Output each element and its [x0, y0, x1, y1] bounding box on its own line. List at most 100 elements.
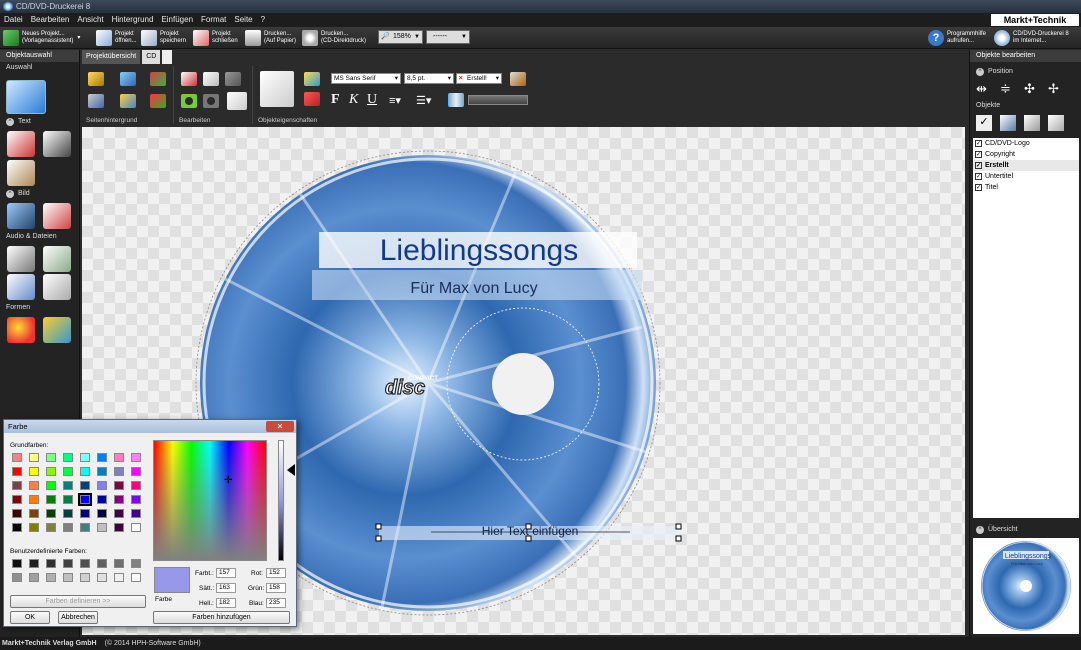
color-swatch[interactable] — [46, 523, 56, 532]
color-swatch[interactable] — [80, 509, 90, 518]
color-swatch[interactable] — [63, 559, 73, 568]
file-list-icon[interactable] — [7, 274, 35, 300]
overview-section[interactable]: ^ Übersicht — [970, 524, 1018, 536]
section-bild[interactable]: ^ Bild — [0, 188, 30, 200]
help-button[interactable]: ? Programmhilfe aufrufen... — [928, 28, 986, 48]
list-item[interactable]: ✓ CD/DVD-Logo — [973, 138, 1079, 149]
undo-icon[interactable] — [181, 94, 197, 108]
color-swatch[interactable] — [80, 559, 90, 568]
align-icon[interactable]: ≡▾ — [389, 94, 401, 107]
font-size-select[interactable]: 8,5 pt. ▾ — [404, 73, 454, 84]
hue-field[interactable]: 157 — [216, 568, 236, 578]
overview-thumbnail[interactable]: Lieblingssongs Für Max von Lucy — [973, 538, 1079, 634]
saturation-field[interactable]: 163 — [216, 583, 236, 593]
color-swatch[interactable] — [46, 467, 56, 476]
audio-tool-icon[interactable] — [7, 246, 35, 272]
photo-icon[interactable] — [120, 94, 136, 108]
internet-button[interactable]: CD/DVD-Druckerei 8 im Internet... — [994, 28, 1069, 48]
cut-icon[interactable] — [181, 72, 197, 86]
tab-project-overview[interactable]: Projektübersicht — [82, 50, 141, 64]
color-swatch[interactable] — [131, 509, 141, 518]
properties-icon[interactable] — [227, 92, 247, 110]
color-swatch[interactable] — [46, 481, 56, 490]
color-swatch[interactable] — [131, 559, 141, 568]
color-swatch[interactable] — [80, 467, 90, 476]
menu-help[interactable]: ? — [257, 13, 269, 27]
text-edit-icon[interactable] — [260, 71, 294, 107]
position-section[interactable]: ^ Position — [970, 66, 1081, 78]
text-color-icon[interactable] — [304, 92, 320, 106]
color-swatch[interactable] — [12, 523, 22, 532]
color-swatch[interactable] — [131, 467, 141, 476]
color-swatch[interactable] — [114, 573, 124, 582]
define-colors-button[interactable]: Farben definieren >> — [10, 595, 146, 608]
color-swatch[interactable] — [63, 495, 73, 504]
copy-icon[interactable] — [203, 72, 219, 86]
color-swatch[interactable] — [46, 573, 56, 582]
color-swatch[interactable] — [114, 523, 124, 532]
color-swatch[interactable] — [131, 481, 141, 490]
move-icon[interactable]: ✣ — [1024, 81, 1035, 97]
paste-icon[interactable] — [225, 72, 241, 86]
color-swatch[interactable] — [12, 495, 22, 504]
list-item[interactable]: ✓ Copyright — [973, 149, 1079, 160]
green-field[interactable]: 158 — [266, 583, 286, 593]
shapes-tool-icon[interactable] — [7, 317, 35, 343]
arrows-tool-icon[interactable] — [43, 317, 71, 343]
line-spacing-icon[interactable]: ☰▾ — [416, 94, 431, 107]
color-swatch[interactable] — [80, 523, 90, 532]
text-distort-icon[interactable] — [448, 93, 464, 107]
text-tool-icon[interactable] — [7, 131, 35, 157]
color-swatch[interactable] — [114, 453, 124, 462]
color-swatch[interactable] — [78, 493, 92, 506]
color-swatch[interactable] — [114, 509, 124, 518]
resize-handle[interactable] — [375, 523, 382, 530]
clipart-tool-icon[interactable] — [43, 203, 71, 229]
color-swatch[interactable] — [131, 453, 141, 462]
color-swatch[interactable] — [97, 495, 107, 504]
color-swatch[interactable] — [12, 453, 22, 462]
color-swatch[interactable] — [46, 495, 56, 504]
luminance-field[interactable]: 182 — [216, 598, 236, 608]
ok-button[interactable]: OK — [10, 611, 50, 624]
italic-icon[interactable]: K — [349, 92, 358, 108]
color-swatch[interactable] — [114, 481, 124, 490]
brush-text-icon[interactable] — [43, 131, 71, 157]
check-all-icon[interactable]: ✓ — [976, 115, 992, 131]
effects-icon[interactable] — [150, 94, 166, 108]
background-pattern-icon[interactable] — [150, 72, 166, 86]
menu-seite[interactable]: Seite — [230, 13, 256, 27]
menu-hintergrund[interactable]: Hintergrund — [108, 13, 158, 27]
underline-icon[interactable]: U — [367, 92, 377, 108]
color-swatch[interactable] — [97, 523, 107, 532]
add-colors-button[interactable]: Farben hinzufügen — [153, 611, 290, 624]
text-spacing-slider[interactable] — [468, 95, 528, 105]
cd-subtitle[interactable]: Für Max von Lucy — [410, 280, 537, 297]
color-swatch[interactable] — [12, 559, 22, 568]
cd-title[interactable]: Lieblingssongs — [380, 234, 578, 267]
color-spectrum[interactable]: ✛ — [153, 440, 267, 561]
cancel-button[interactable]: Abbrechen — [58, 611, 98, 624]
color-swatch[interactable] — [29, 509, 39, 518]
red-field[interactable]: 152 — [266, 568, 286, 578]
new-project-button[interactable]: Neues Projekt... (Vorlagenassistent) ▾ — [3, 28, 80, 48]
print-cd-button[interactable]: Drucken... (CD-Direktdruck) — [302, 28, 366, 48]
align-vertical-icon[interactable]: ≑ — [1000, 81, 1011, 97]
color-swatch[interactable] — [131, 495, 141, 504]
color-swatch[interactable] — [97, 453, 107, 462]
open-project-button[interactable]: Projekt öffnen... — [96, 28, 137, 48]
object-effects-icon[interactable] — [510, 72, 526, 86]
color-swatch[interactable] — [97, 559, 107, 568]
save-project-button[interactable]: Projekt speichern — [141, 28, 186, 48]
color-swatch[interactable] — [46, 559, 56, 568]
tracklist-tool-icon[interactable] — [43, 246, 71, 272]
color-swatch[interactable] — [29, 467, 39, 476]
color-swatch[interactable] — [29, 573, 39, 582]
background-image-icon[interactable] — [120, 72, 136, 86]
checkbox[interactable]: ✓ — [975, 162, 982, 169]
color-swatch[interactable] — [114, 559, 124, 568]
list-item[interactable]: ✓ Titel — [973, 182, 1079, 193]
color-swatch[interactable] — [114, 467, 124, 476]
list-item[interactable]: ✓ Erstellt — [973, 160, 1079, 171]
color-swatch[interactable] — [80, 481, 90, 490]
